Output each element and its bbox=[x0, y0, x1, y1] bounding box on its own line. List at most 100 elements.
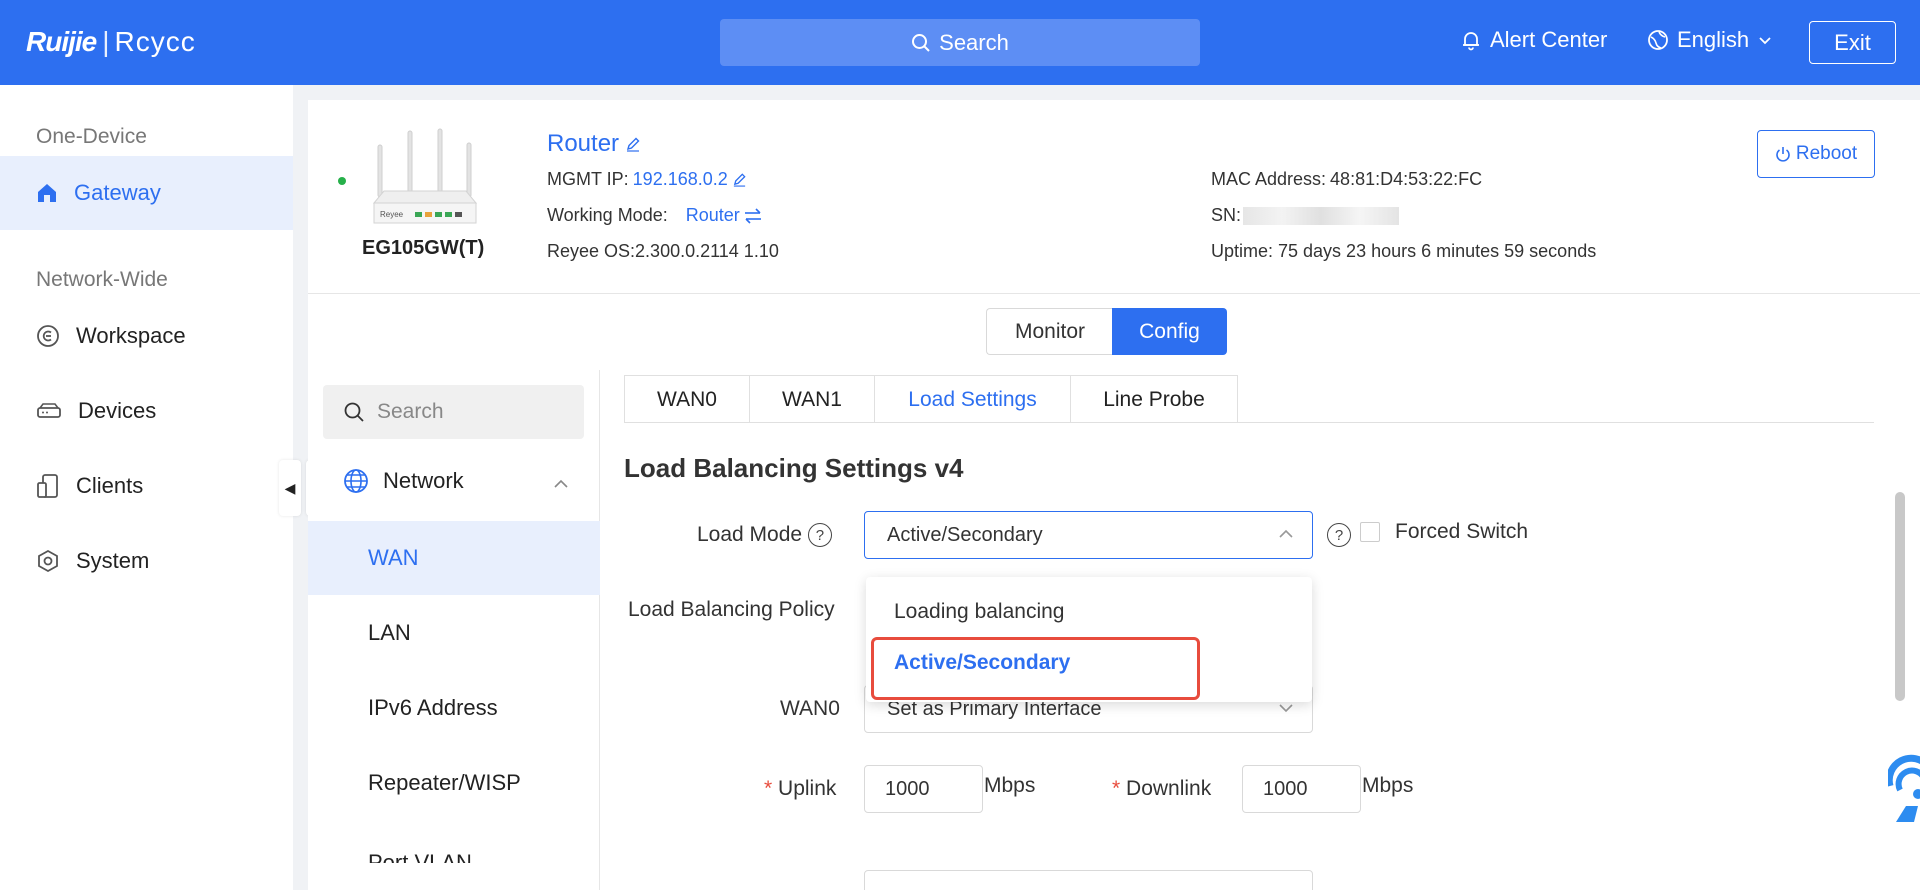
caret-left-icon: ◀ bbox=[284, 479, 296, 496]
edit-icon[interactable] bbox=[732, 172, 747, 187]
mgmt-ip-label: MGMT IP: bbox=[547, 169, 629, 189]
sn-label: SN: bbox=[1211, 205, 1242, 225]
home-icon bbox=[38, 184, 56, 202]
collapse-left-button[interactable]: ◀ bbox=[279, 460, 301, 516]
mac-address-row: MAC Address: 48:81:D4:53:22:FC bbox=[1211, 169, 1482, 190]
tab-load-settings[interactable]: Load Settings bbox=[874, 375, 1071, 423]
switch-arrows-icon[interactable] bbox=[744, 207, 762, 224]
clients-icon bbox=[37, 474, 58, 498]
nav-clip: Port VLAN bbox=[308, 821, 600, 863]
uplink-input[interactable]: 1000 bbox=[864, 765, 983, 813]
load-mode-label-row: Load Mode ? bbox=[697, 523, 832, 548]
language-label: English bbox=[1677, 27, 1750, 52]
uplink-unit: Mbps bbox=[984, 774, 1036, 797]
sidebar-item-label: System bbox=[76, 548, 150, 573]
load-mode-select[interactable]: Active/Secondary bbox=[864, 511, 1313, 559]
mac-label: MAC Address: bbox=[1211, 169, 1327, 189]
devices-icon bbox=[37, 403, 61, 418]
required-mark: * bbox=[764, 777, 773, 800]
sidebar-item-system[interactable]: System bbox=[0, 524, 293, 598]
downlink-input[interactable]: 1000 bbox=[1242, 765, 1361, 813]
tabs-divider bbox=[624, 422, 1874, 423]
search-icon bbox=[912, 33, 930, 52]
brand-separator: | bbox=[102, 26, 109, 57]
sn-redacted bbox=[1243, 206, 1400, 225]
sidebar-section-network-wide: Network-Wide bbox=[36, 268, 168, 291]
online-status-dot bbox=[338, 177, 346, 185]
nav-search-placeholder: Search bbox=[377, 400, 444, 423]
mac-value: 48:81:D4:53:22:FC bbox=[1330, 169, 1483, 189]
downlink-unit: Mbps bbox=[1362, 774, 1414, 797]
tab-line-probe[interactable]: Line Probe bbox=[1070, 375, 1238, 423]
uptime: Uptime: 75 days 23 hours 6 minutes 59 se… bbox=[1211, 241, 1597, 261]
sidebar-item-label: Devices bbox=[78, 398, 157, 423]
top-header: Ruijie | Rcycc Search Alert Center Engli… bbox=[0, 0, 1920, 85]
exit-button[interactable]: Exit bbox=[1809, 21, 1896, 64]
mgmt-ip-row: MGMT IP: 192.168.0.2 bbox=[547, 169, 747, 190]
sidebar-item-clients[interactable]: Clients bbox=[0, 449, 293, 523]
nav-search-input[interactable]: Search bbox=[323, 385, 584, 439]
mgmt-ip-value[interactable]: 192.168.0.2 bbox=[633, 169, 728, 190]
nav-item-port-vlan[interactable]: Port VLAN bbox=[308, 826, 600, 863]
required-mark: * bbox=[1112, 777, 1121, 800]
support-widget-icon[interactable] bbox=[1888, 746, 1920, 822]
tab-wan1[interactable]: WAN1 bbox=[749, 375, 875, 423]
search-label: Search bbox=[939, 29, 1009, 55]
next-field-partial[interactable] bbox=[864, 870, 1313, 890]
main-scrollbar[interactable] bbox=[1895, 492, 1905, 701]
help-icon[interactable]: ? bbox=[1327, 523, 1351, 547]
nav-group-network[interactable]: Network bbox=[343, 468, 464, 494]
reboot-button[interactable]: Reboot bbox=[1757, 130, 1875, 178]
help-icon[interactable]: ? bbox=[807, 523, 832, 548]
sidebar-item-label: Workspace bbox=[76, 323, 186, 348]
device-name-text: Router bbox=[547, 130, 620, 157]
dropdown-option-loading-balancing[interactable]: Loading balancing bbox=[894, 600, 1064, 624]
wan-tabs: WAN0 WAN1 Load Settings Line Probe bbox=[624, 375, 1238, 423]
working-mode-value[interactable]: Router bbox=[686, 205, 740, 226]
sidebar-item-label: Gateway bbox=[74, 180, 161, 205]
brand-reyee: Rcycc bbox=[114, 26, 196, 57]
monitor-toggle[interactable]: Monitor bbox=[986, 308, 1113, 355]
alert-center-link[interactable]: Alert Center bbox=[1460, 27, 1607, 53]
sn-row: SN: bbox=[1211, 205, 1400, 226]
sidebar-item-workspace[interactable]: Workspace bbox=[0, 299, 293, 373]
chevron-up-icon bbox=[1279, 529, 1293, 538]
sidebar-item-devices[interactable]: Devices bbox=[0, 374, 293, 448]
reboot-label: Reboot bbox=[1795, 143, 1858, 164]
tab-wan0[interactable]: WAN0 bbox=[624, 375, 750, 423]
chevron-up-icon[interactable] bbox=[553, 478, 569, 490]
router-badge: Reyee bbox=[380, 210, 404, 219]
chevron-down-icon bbox=[1279, 704, 1293, 713]
config-toggle[interactable]: Config bbox=[1112, 308, 1227, 355]
load-mode-value: Active/Secondary bbox=[887, 523, 1043, 546]
nav-item-lan[interactable]: LAN bbox=[308, 596, 600, 670]
downlink-label: Downlink bbox=[1126, 777, 1212, 800]
wan0-label: WAN0 bbox=[780, 697, 840, 720]
nav-group-label: Network bbox=[383, 468, 464, 493]
device-name[interactable]: Router bbox=[547, 130, 641, 158]
brand-logo[interactable]: Ruijie | Rcycc bbox=[26, 26, 196, 58]
hexagon-gear-icon bbox=[38, 549, 58, 573]
search-icon bbox=[344, 402, 364, 422]
language-selector[interactable]: English bbox=[1647, 27, 1773, 53]
working-mode-row: Working Mode: Router bbox=[547, 205, 762, 226]
nav-item-wan[interactable]: WAN bbox=[308, 521, 600, 595]
globe-icon bbox=[1648, 30, 1668, 50]
forced-switch-label: Forced Switch bbox=[1395, 520, 1529, 543]
device-model: EG105GW(T) bbox=[362, 237, 485, 259]
workspace-icon bbox=[37, 325, 59, 347]
nav-item-ipv6-address[interactable]: IPv6 Address bbox=[308, 671, 600, 745]
edit-icon[interactable] bbox=[625, 136, 641, 152]
highlight-annotation bbox=[871, 637, 1200, 700]
policy-label: Load Balancing Policy bbox=[628, 598, 835, 621]
load-mode-label: Load Mode bbox=[697, 523, 803, 546]
forced-switch-checkbox[interactable] bbox=[1360, 522, 1380, 542]
alert-center-label: Alert Center bbox=[1490, 27, 1608, 52]
global-search-bar[interactable]: Search bbox=[720, 19, 1200, 66]
brand-ruijie: Ruijie bbox=[26, 26, 97, 57]
nav-item-repeater-wisp[interactable]: Repeater/WISP bbox=[308, 746, 600, 820]
router-image: Reyee bbox=[372, 128, 478, 224]
section-title: Load Balancing Settings v4 bbox=[624, 453, 964, 483]
uplink-label: Uplink bbox=[778, 777, 837, 800]
sidebar-item-gateway[interactable]: Gateway bbox=[0, 156, 293, 230]
